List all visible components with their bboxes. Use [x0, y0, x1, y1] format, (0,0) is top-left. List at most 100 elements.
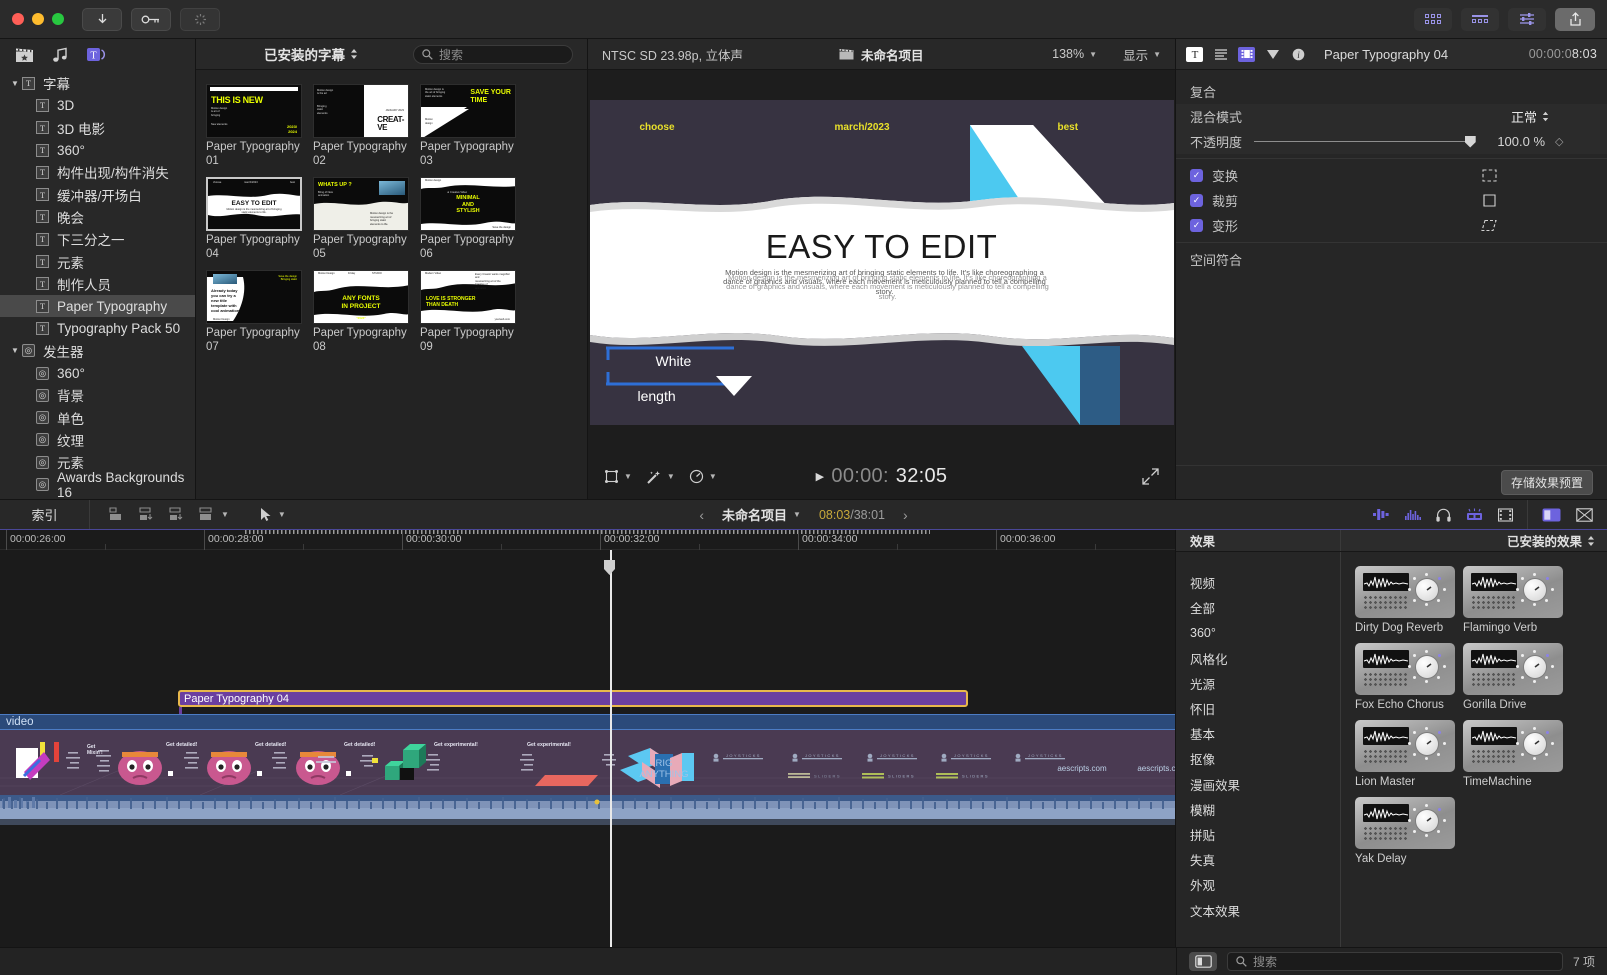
filmstrip-icon[interactable]	[1498, 507, 1513, 522]
timeline-playhead[interactable]	[610, 550, 612, 947]
info-inspector-tab[interactable]: i	[1290, 47, 1307, 62]
viewer-show-popup[interactable]: 显示 ▼	[1123, 45, 1161, 64]
clapperboard-icon[interactable]	[14, 46, 34, 64]
audio-levels-icon[interactable]	[1405, 508, 1421, 521]
effects-category-4[interactable]: 光源	[1176, 671, 1340, 696]
effect-item[interactable]: Flamingo Verb	[1463, 566, 1571, 634]
viewer-timecode[interactable]: ▶ 00:00: 32:05	[816, 465, 948, 488]
sidebar-item-11[interactable]: T Typography Pack 50	[0, 317, 195, 339]
transform-row[interactable]: ✓ 变换	[1176, 163, 1607, 188]
next-clip-button[interactable]: ›	[903, 507, 908, 523]
effect-item[interactable]: Lion Master	[1355, 720, 1463, 788]
save-effects-preset-button[interactable]: 存储效果预置	[1500, 470, 1593, 495]
sliders-icon[interactable]	[1508, 7, 1546, 31]
title-thumbnail-item[interactable]: Motion design MINIMAL AND STYLISH ★ Creati…	[420, 177, 527, 261]
sidebar-item-4[interactable]: T 构件出现/构件消失	[0, 161, 195, 183]
headphone-icon[interactable]	[1436, 508, 1451, 522]
opacity-slider[interactable]	[1254, 135, 1476, 148]
disclosure-triangle-icon[interactable]: ▼	[8, 346, 22, 355]
text-inspector-tab[interactable]: T	[1186, 46, 1203, 62]
effect-thumbnail[interactable]	[1355, 566, 1455, 618]
sidebar-item-10[interactable]: T Paper Typography	[0, 294, 195, 318]
sidebar-item-6[interactable]: T 晚会	[0, 206, 195, 228]
share-icon[interactable]	[1555, 7, 1595, 31]
effects-category-13[interactable]: 文本效果	[1176, 897, 1340, 922]
previous-clip-button[interactable]: ‹	[699, 507, 704, 523]
insert-icon[interactable]	[138, 507, 155, 522]
sidebar-item-13[interactable]: ◎ 360°	[0, 362, 195, 384]
title-thumbnail-item[interactable]: Modern Video Every Creator wants magnifi…	[420, 270, 527, 354]
title-thumbnail-image[interactable]: Motion Design Friday STUDIO ANY FONTS IN …	[313, 270, 409, 324]
skimmer-icon[interactable]	[1466, 508, 1483, 521]
key-icon[interactable]	[131, 7, 171, 31]
spinner-icon[interactable]	[180, 7, 220, 31]
title-thumbnail-image[interactable]: Modern Video Every Creator wants magnifi…	[420, 270, 516, 324]
title-thumbnail-image[interactable]: Motion design is the art of bringing stati…	[420, 84, 516, 138]
title-thumbnail-grid[interactable]: THIS IS NEW Motion design is art of bringi…	[196, 70, 587, 363]
library-item-list[interactable]: ▼ T 字幕 T 3D T 3D 电影 T 360° T 构件出现/构件消失 T 缓冲器/开场白 T 晚会 T…	[0, 70, 195, 499]
sidebar-item-15[interactable]: ◎ 单色	[0, 406, 195, 428]
effects-category-10[interactable]: 拼贴	[1176, 822, 1340, 847]
effects-category-12[interactable]: 外观	[1176, 872, 1340, 897]
effects-category-1[interactable]: 全部	[1176, 595, 1340, 620]
sidebar-item-16[interactable]: ◎ 纹理	[0, 429, 195, 451]
timeline-ruler[interactable]: 00:00:26:00 00:00:28:00 00:00:30:00 00:00:3…	[0, 530, 1175, 550]
viewer-frame[interactable]: choose march/2023 best EASY TO EDIT Moti…	[589, 99, 1174, 425]
sidebar-item-5[interactable]: T 缓冲器/开场白	[0, 183, 195, 205]
transform-tool-popup[interactable]: ▼	[604, 469, 632, 484]
grid-3-icon[interactable]	[1461, 7, 1499, 31]
sidebar-item-2[interactable]: T 3D 电影	[0, 117, 195, 139]
close-panel-icon[interactable]	[1576, 507, 1593, 522]
distort-icon[interactable]	[1481, 219, 1497, 232]
viewer-fullscreen-button[interactable]	[1142, 468, 1159, 485]
effect-thumbnail[interactable]	[1463, 643, 1563, 695]
transform-checkbox[interactable]: ✓	[1190, 169, 1203, 182]
title-thumbnail-item[interactable]: Already today you can try a new title templ…	[206, 270, 313, 354]
close-window-button[interactable]	[12, 13, 24, 25]
opacity-value[interactable]: 100.0 %	[1481, 134, 1545, 149]
grid-6-icon[interactable]	[1414, 7, 1452, 31]
keyframe-diamond-icon[interactable]: ◇	[1555, 135, 1563, 148]
video-inspector-tab[interactable]	[1238, 46, 1255, 62]
effect-thumbnail[interactable]	[1463, 720, 1563, 772]
title-thumbnail-item[interactable]: WHATS UP ? Bring of New animation Motion …	[313, 177, 420, 261]
opacity-row[interactable]: 不透明度 100.0 % ◇	[1176, 129, 1607, 154]
effect-item[interactable]: Yak Delay	[1355, 797, 1463, 865]
effect-thumbnail[interactable]	[1463, 566, 1563, 618]
transform-icon[interactable]	[1482, 169, 1497, 182]
effect-item[interactable]: Dirty Dog Reverb	[1355, 566, 1463, 634]
sidebar-item-12[interactable]: ▼ ◎ 发生器	[0, 340, 195, 362]
audio-meter-icon[interactable]	[1373, 508, 1390, 521]
overwrite-popup[interactable]: ▼	[198, 507, 229, 522]
effects-category-list[interactable]: 视频 全部 360° 风格化 光源 怀旧 基本 抠像 漫画效果 模糊 拼贴 失真 外观 文本效果	[1176, 552, 1341, 947]
sidebar-item-14[interactable]: ◎ 背景	[0, 384, 195, 406]
title-thumbnail-item[interactable]: Motion design is the art of bringing stati…	[420, 84, 527, 168]
title-thumbnail-item[interactable]: THIS IS NEW Motion design is art of bringi…	[206, 84, 313, 168]
viewer-zoom-popup[interactable]: 138% ▼	[1052, 47, 1097, 61]
slider-knob[interactable]	[1464, 135, 1476, 148]
effects-category-8[interactable]: 漫画效果	[1176, 772, 1340, 797]
crop-icon[interactable]	[1482, 194, 1497, 207]
audio-inspector-tab[interactable]	[1264, 47, 1281, 62]
timeline-title-clip[interactable]: Paper Typography 04	[178, 690, 968, 707]
disclosure-triangle-icon[interactable]: ▼	[8, 79, 22, 88]
title-thumbnail-item[interactable]: Motion Design Friday STUDIO ANY FONTS IN …	[313, 270, 420, 354]
music-icon[interactable]	[50, 46, 70, 64]
effects-category-9[interactable]: 模糊	[1176, 797, 1340, 822]
timeline-audio-waveform[interactable]	[0, 795, 1175, 819]
effects-category-2[interactable]: 360°	[1176, 620, 1340, 645]
title-thumbnail-image[interactable]: choose march/2023 best EASY TO EDIT Moti…	[206, 177, 302, 231]
timeline-index-button[interactable]: 索引	[0, 500, 90, 529]
effect-item[interactable]: TimeMachine	[1463, 720, 1571, 788]
connect-icon[interactable]	[168, 507, 185, 522]
arrow-tool-popup[interactable]: ▼	[260, 507, 286, 522]
title-thumbnail-image[interactable]: Motion design is the art Bringing static el…	[313, 84, 409, 138]
effects-category-0[interactable]: 视频	[1176, 570, 1340, 595]
title-thumbnail-item[interactable]: choose march/2023 best EASY TO EDIT Moti…	[206, 177, 313, 261]
sidebar-item-3[interactable]: T 360°	[0, 139, 195, 161]
crop-row[interactable]: ✓ 裁剪	[1176, 188, 1607, 213]
sidebar-item-8[interactable]: T 元素	[0, 250, 195, 272]
effect-thumbnail[interactable]	[1355, 797, 1455, 849]
distort-row[interactable]: ✓ 变形	[1176, 213, 1607, 238]
effect-item[interactable]: Fox Echo Chorus	[1355, 643, 1463, 711]
